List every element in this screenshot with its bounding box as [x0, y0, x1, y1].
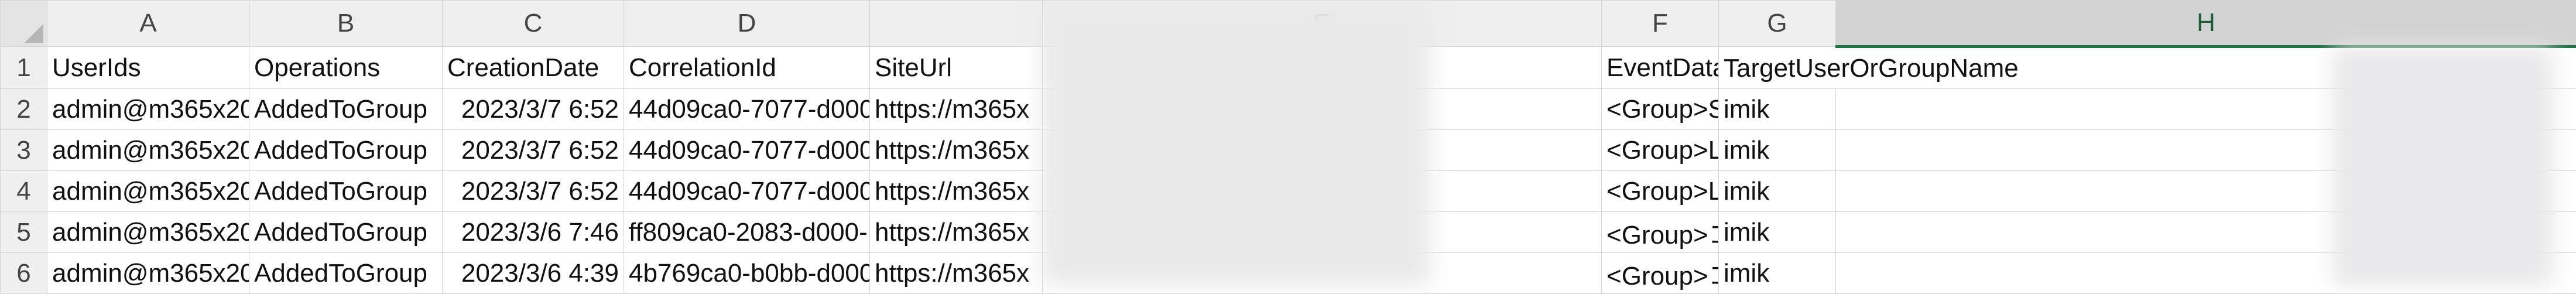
row-header[interactable]: 2 [1, 89, 47, 130]
cell[interactable]: AddedToGroup [249, 171, 443, 212]
cell[interactable]: admin@m365x20 [47, 212, 249, 253]
column-header-b[interactable]: B [249, 1, 443, 47]
cell[interactable]: <Group>SharingLinks.c0075dbf-cfc7-4f6e-9… [1602, 89, 1719, 130]
cell[interactable]: 2023/3/7 6:52 [443, 171, 624, 212]
row-header[interactable]: 1 [1, 47, 47, 89]
row-header[interactable]: 3 [1, 130, 47, 171]
row-header[interactable]: 5 [1, 212, 47, 253]
select-all-corner[interactable] [1, 1, 47, 47]
cell[interactable]: CreationDate [443, 47, 624, 89]
cell[interactable]: https://m365x [870, 130, 1043, 171]
cell[interactable]: <Group>Limited Access System Group For L… [1602, 130, 1719, 171]
cell[interactable]: 2023/3/6 7:46 [443, 212, 624, 253]
cell[interactable]: admin@m365x20 [47, 171, 249, 212]
cell[interactable]: 4b769ca0-b0bb-d000 [624, 253, 870, 294]
cell[interactable]: imik [1719, 212, 1836, 253]
cell[interactable]: <Group>Limited Access System Group For W… [1602, 171, 1719, 212]
column-header-a[interactable]: A [47, 1, 249, 47]
cell[interactable]: 44d09ca0-7077-d000 [624, 130, 870, 171]
cell[interactable]: CorrelationId [624, 47, 870, 89]
column-header-e-left[interactable] [870, 1, 1043, 47]
cell[interactable]: 2023/3/7 6:52 [443, 89, 624, 130]
cell[interactable]: <Group>コンテンツ メンバー</Group><MembersCanShar… [1602, 212, 1719, 253]
column-header-c[interactable]: C [443, 1, 624, 47]
column-header-d[interactable]: D [624, 1, 870, 47]
cell[interactable]: AddedToGroup [249, 212, 443, 253]
cell[interactable]: admin@m365x20 [47, 130, 249, 171]
cell[interactable]: Operations [249, 47, 443, 89]
cell[interactable]: https://m365x [870, 171, 1043, 212]
row-header[interactable]: 4 [1, 171, 47, 212]
cell[interactable]: imik [1719, 253, 1836, 294]
select-all-icon [25, 24, 43, 43]
cell[interactable]: 2023/3/6 4:39 [443, 253, 624, 294]
redacted-region-url [1042, 0, 1430, 285]
spreadsheet: A B C D E F G H 1 UserIds Operations Cre… [0, 0, 2576, 285]
cell[interactable]: ff809ca0-2083-d000- [624, 212, 870, 253]
cell[interactable]: imik [1719, 130, 1836, 171]
column-header-f[interactable]: F [1602, 1, 1719, 47]
cell[interactable]: AddedToGroup [249, 253, 443, 294]
cell[interactable]: https://m365x [870, 89, 1043, 130]
cell[interactable]: 2023/3/7 6:52 [443, 130, 624, 171]
cell[interactable]: admin@m365x20 [47, 253, 249, 294]
cell[interactable]: imik [1719, 171, 1836, 212]
cell[interactable]: EventData [1602, 47, 1719, 89]
column-header-h[interactable]: H [1836, 1, 2576, 47]
cell[interactable]: admin@m365x20 [47, 89, 249, 130]
cell[interactable]: <Group>コンテンツ メンバー</Group><MembersCanShar… [1602, 253, 1719, 294]
cell[interactable]: AddedToGroup [249, 89, 443, 130]
cell[interactable]: 44d09ca0-7077-d000 [624, 171, 870, 212]
redacted-region-username [2333, 47, 2553, 285]
cell[interactable]: 44d09ca0-7077-d000 [624, 89, 870, 130]
cell[interactable]: https://m365x [870, 212, 1043, 253]
cell[interactable]: AddedToGroup [249, 130, 443, 171]
cell[interactable]: UserIds [47, 47, 249, 89]
column-header-g[interactable]: G [1719, 1, 1836, 47]
row-header[interactable]: 6 [1, 253, 47, 294]
cell[interactable]: imik [1719, 89, 1836, 130]
cell[interactable]: SiteUrl [870, 47, 1043, 89]
cell[interactable]: https://m365x [870, 253, 1043, 294]
